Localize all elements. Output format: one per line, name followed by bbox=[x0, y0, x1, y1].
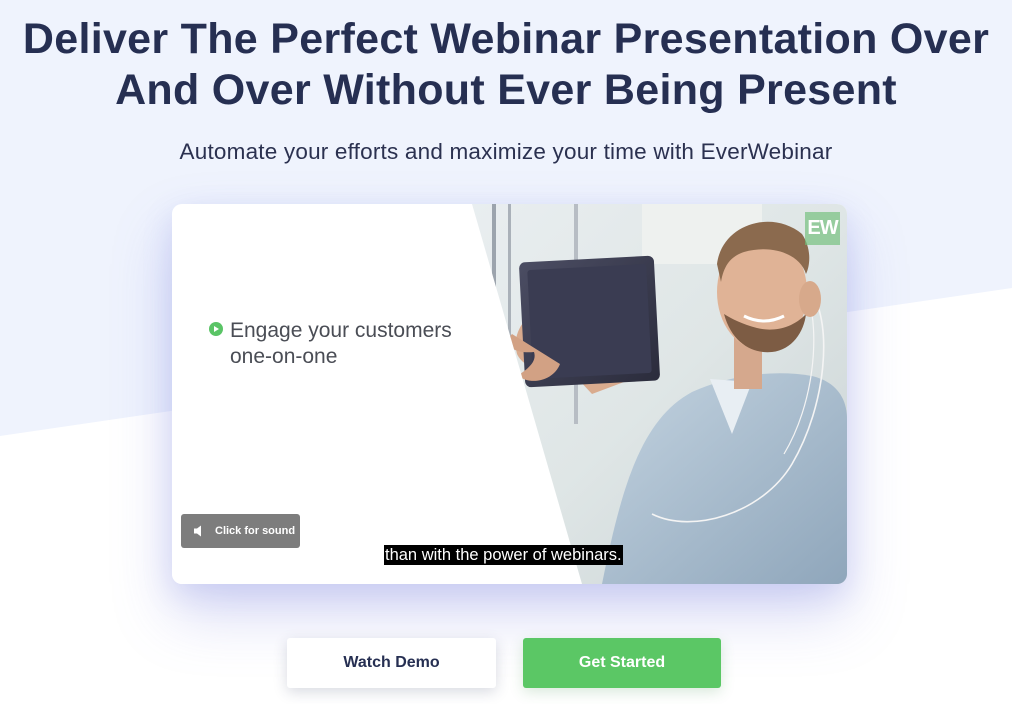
bullet-text-line-1: Engage your customers bbox=[230, 319, 452, 342]
headline-line-2: And Over Without Ever Being Present bbox=[115, 66, 897, 114]
speaker-icon bbox=[194, 525, 201, 537]
video-bullet-point: Engage your customers one-on-one bbox=[209, 318, 509, 370]
click-for-sound-button[interactable]: Click for sound bbox=[181, 514, 300, 548]
page-subheadline: Automate your efforts and maximize your … bbox=[179, 139, 833, 164]
video-caption: than with the power of webinars. bbox=[384, 545, 623, 565]
sound-button-label: Click for sound bbox=[215, 525, 296, 537]
headline-line-1: Deliver The Perfect Webinar Presentation… bbox=[22, 15, 990, 63]
bullet-text-line-2: one-on-one bbox=[230, 345, 338, 368]
play-circle-icon bbox=[209, 322, 223, 336]
get-started-button[interactable]: Get Started bbox=[523, 638, 721, 688]
everwebinar-logo: EW bbox=[805, 212, 840, 245]
watch-demo-button[interactable]: Watch Demo bbox=[287, 638, 496, 688]
bullet-text: Engage your customers one-on-one bbox=[230, 318, 452, 370]
page-headline: Deliver The Perfect Webinar Presentation… bbox=[0, 14, 1012, 116]
video-player[interactable]: Engage your customers one-on-one EW Clic… bbox=[172, 204, 847, 584]
